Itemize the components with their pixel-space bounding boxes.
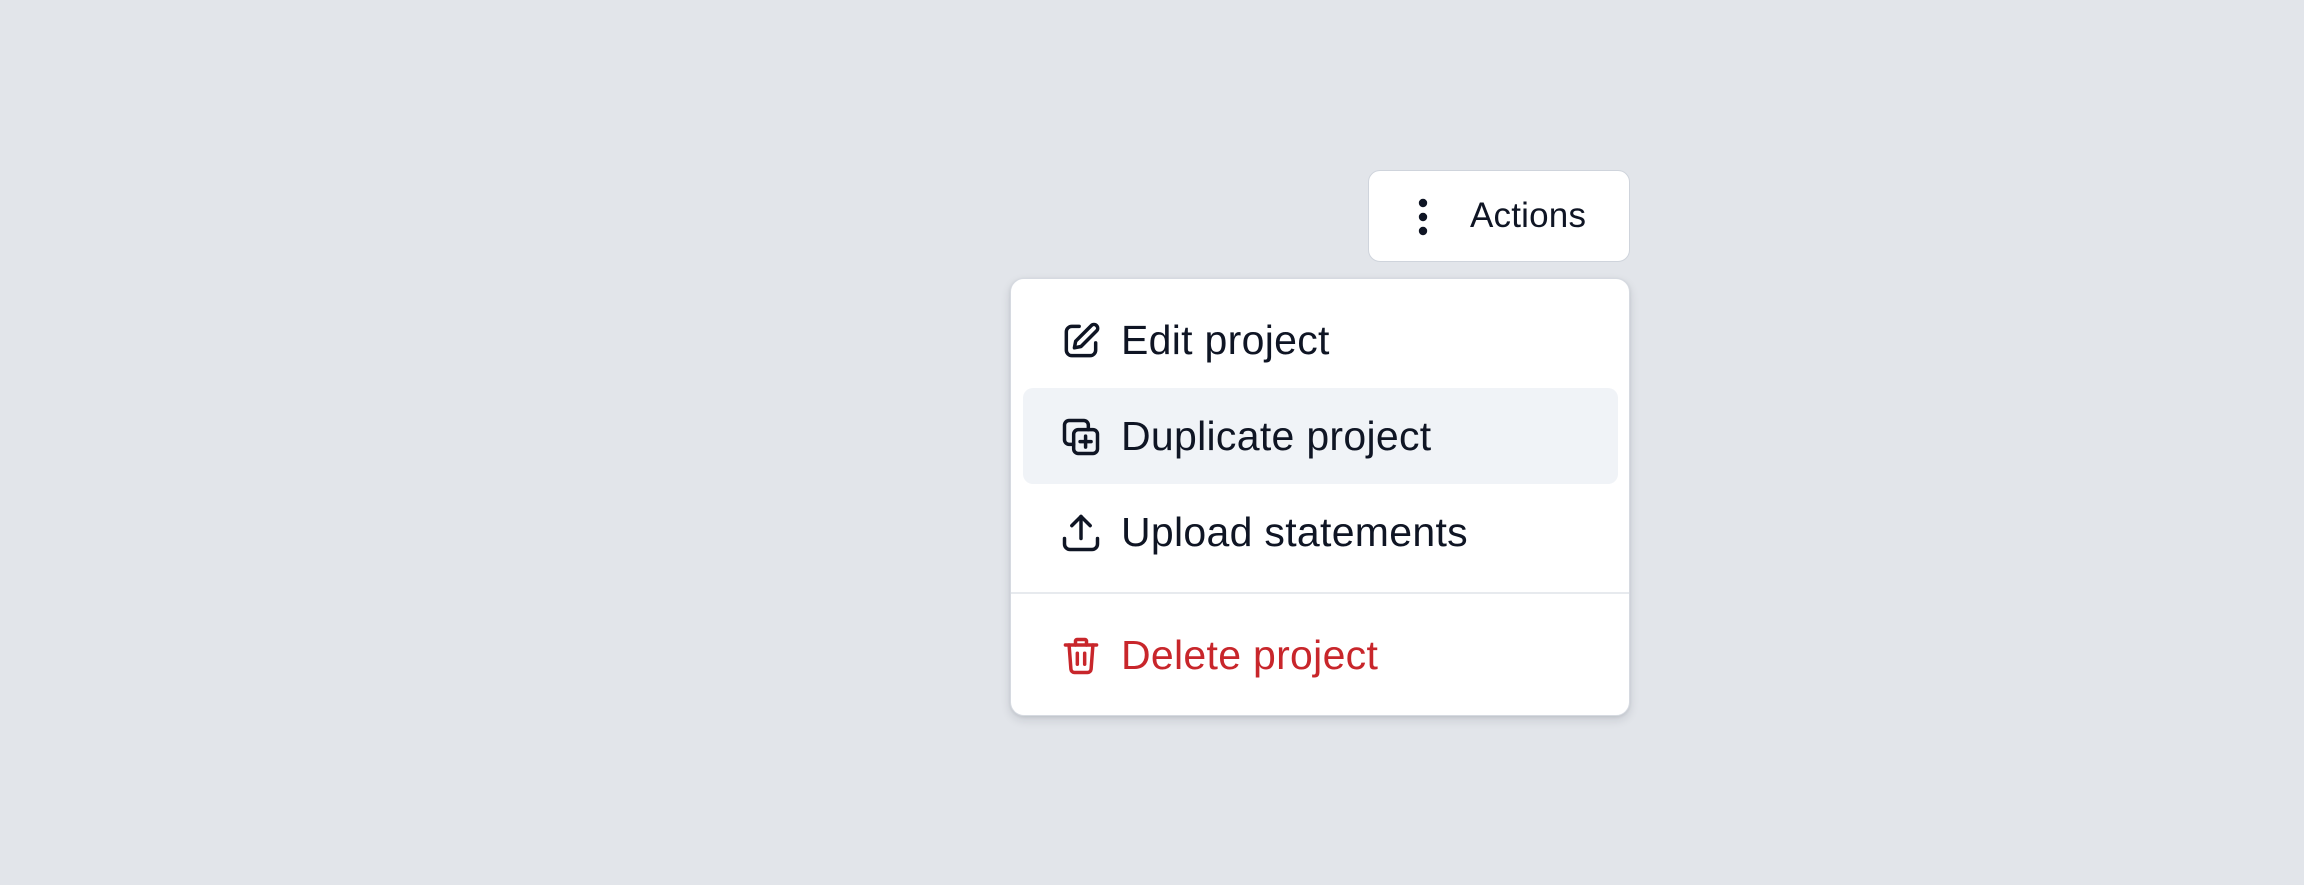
menu-item-label: Upload statements: [1121, 509, 1468, 555]
menu-item-upload-statements[interactable]: Upload statements: [1023, 484, 1618, 580]
actions-button[interactable]: Actions: [1368, 170, 1630, 262]
menu-item-label: Edit project: [1121, 317, 1330, 363]
actions-button-label: Actions: [1470, 196, 1587, 235]
menu-item-duplicate-project[interactable]: Duplicate project: [1023, 388, 1618, 484]
menu-divider: [1011, 592, 1629, 594]
actions-menu: Edit project Duplicate project Upload st…: [1010, 278, 1630, 716]
upload-icon: [1059, 511, 1103, 555]
menu-item-delete-project[interactable]: Delete project: [1023, 607, 1618, 703]
duplicate-icon: [1059, 415, 1103, 459]
more-vertical-icon: [1417, 197, 1429, 237]
menu-item-edit-project[interactable]: Edit project: [1023, 292, 1618, 388]
trash-icon: [1059, 634, 1103, 678]
menu-item-label: Duplicate project: [1121, 413, 1432, 459]
edit-icon: [1059, 319, 1103, 363]
menu-item-label: Delete project: [1121, 632, 1379, 678]
